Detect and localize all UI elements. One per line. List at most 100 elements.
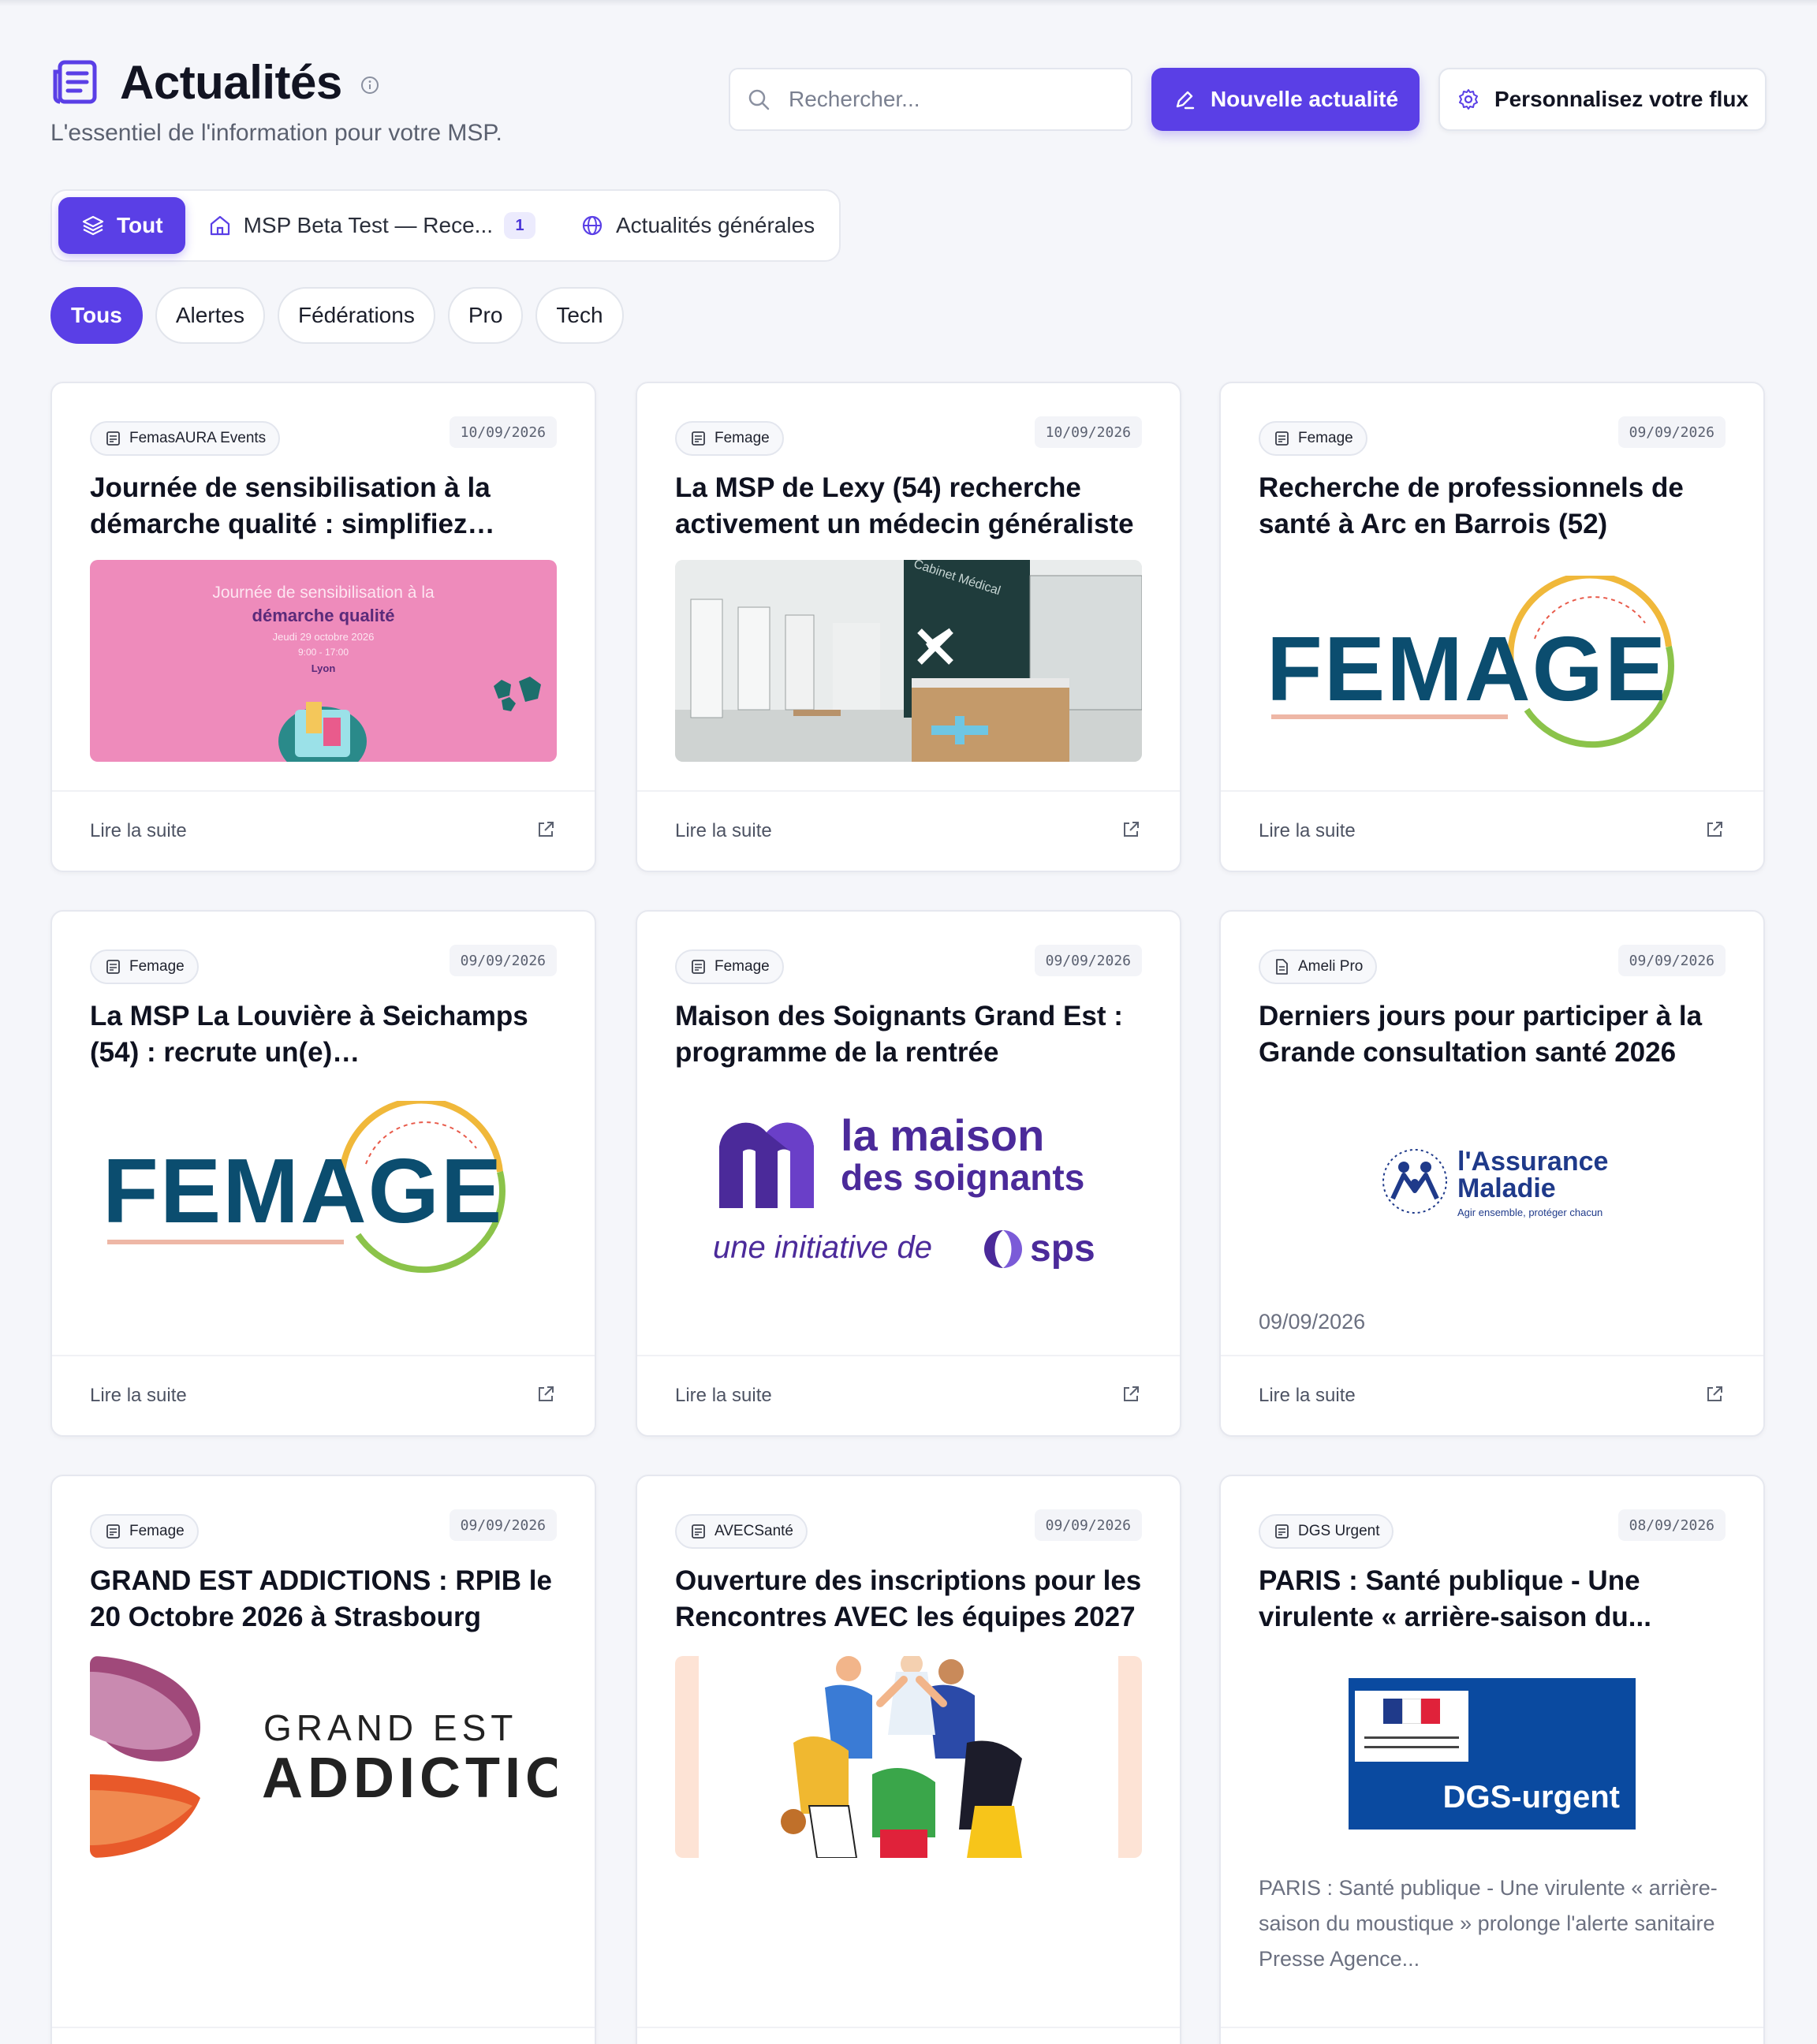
- customize-feed-label: Personnalisez votre flux: [1494, 87, 1749, 111]
- assurance-maladie-emblem: [1382, 1149, 1447, 1214]
- femage-logo-text: FEMAGE: [1267, 617, 1668, 720]
- newspaper-icon: [692, 960, 705, 974]
- newspaper-icon: [106, 431, 120, 446]
- news-card[interactable]: Femage 09/09/2026 Recherche de professio…: [1219, 382, 1765, 872]
- external-link-icon[interactable]: [535, 1383, 557, 1405]
- tab-general-news[interactable]: Actualités générales: [558, 197, 837, 254]
- news-card[interactable]: Ameli Pro 09/09/2026 Derniers jours pour…: [1219, 910, 1765, 1437]
- filter-tech[interactable]: Tech: [535, 287, 624, 344]
- card-footer: Lire la suite: [637, 1355, 1180, 1435]
- read-more-link[interactable]: Lire la suite: [1259, 820, 1356, 842]
- gear-icon: [1458, 89, 1478, 110]
- card-title[interactable]: La MSP de Lexy (54) recherche activement…: [675, 470, 1142, 543]
- external-link-icon[interactable]: [1120, 819, 1142, 841]
- thumb-line2: démarche qualité: [252, 606, 395, 625]
- new-article-button[interactable]: Nouvelle actualité: [1151, 68, 1420, 131]
- thumb-left-band: [675, 1656, 699, 1858]
- card-footer: Lire la suite: [1221, 1355, 1763, 1435]
- card-title[interactable]: PARIS : Santé publique - Une virulente «…: [1259, 1563, 1726, 1636]
- search-box[interactable]: [729, 68, 1132, 131]
- card-footer: Lire la suite: [52, 1355, 595, 1435]
- motto-line: [1364, 1736, 1459, 1739]
- logo-tagline-line: [107, 1240, 344, 1244]
- read-more-link[interactable]: Lire la suite: [90, 1385, 187, 1407]
- external-link-icon[interactable]: [1703, 1383, 1726, 1405]
- info-icon[interactable]: [360, 75, 380, 95]
- external-link-icon[interactable]: [1703, 819, 1726, 841]
- card-title[interactable]: La MSP La Louvière à Seichamps (54) : re…: [90, 998, 557, 1071]
- card-title[interactable]: Ouverture des inscriptions pour les Renc…: [675, 1563, 1142, 1636]
- card-date: 08/09/2026: [1617, 1509, 1726, 1541]
- newspaper-icon: [106, 1524, 120, 1539]
- source-badge: Femage: [675, 421, 784, 456]
- republique-logo: [1355, 1691, 1468, 1762]
- news-card[interactable]: FemasAURA Events 10/09/2026 Journée de s…: [50, 382, 596, 872]
- sps-logo-mark: [984, 1230, 1022, 1268]
- card-thumbnail: DGS-urgent: [1259, 1678, 1726, 1836]
- source-badge: Femage: [90, 949, 199, 984]
- search-input[interactable]: [789, 87, 1104, 112]
- newspaper-icon: [692, 431, 705, 446]
- source-name: Ameli Pro: [1298, 958, 1364, 975]
- card-thumbnail: la maison des soignants une initiative d…: [675, 1088, 1142, 1290]
- page-subtitle: L'essentiel de l'information pour votre …: [50, 120, 502, 146]
- team-highfive-illustration: [781, 1656, 1022, 1858]
- external-link-icon[interactable]: [1120, 1383, 1142, 1405]
- news-card[interactable]: Femage 09/09/2026 GRAND EST ADDICTIONS :…: [50, 1475, 596, 2044]
- source-badge: AVECSanté: [675, 1514, 808, 1549]
- customize-feed-button[interactable]: Personnalisez votre flux: [1438, 68, 1767, 131]
- card-title[interactable]: Maison des Soignants Grand Est : program…: [675, 998, 1142, 1071]
- card-footer: Lire la suite: [637, 790, 1180, 871]
- card-title[interactable]: Recherche de professionnels de santé à A…: [1259, 470, 1726, 543]
- newspaper-icon: [1275, 431, 1289, 446]
- card-footer: Lire la suite: [52, 790, 595, 871]
- femage-logo-text: FEMAGE: [103, 1139, 504, 1242]
- read-more-link[interactable]: Lire la suite: [675, 820, 772, 842]
- filter-federations[interactable]: Fédérations: [277, 287, 435, 344]
- card-title[interactable]: GRAND EST ADDICTIONS : RPIB le 20 Octobr…: [90, 1563, 557, 1636]
- card-thumbnail: [675, 1656, 1142, 1858]
- card-date: 10/09/2026: [1034, 416, 1142, 448]
- card-footer: Lire la suite: [637, 2027, 1180, 2044]
- news-card[interactable]: Femage 09/09/2026 Maison des Soignants G…: [636, 910, 1181, 1437]
- tab-general-news-label: Actualités générales: [616, 213, 815, 237]
- card-date: 09/09/2026: [1034, 945, 1142, 976]
- filter-tous[interactable]: Tous: [50, 287, 143, 344]
- tab-all[interactable]: Tout: [58, 197, 185, 254]
- dgs-banner: DGS-urgent: [1349, 1678, 1636, 1830]
- assurance-line2: Maladie: [1457, 1173, 1556, 1203]
- card-footer: Lire la suite: [1221, 2027, 1763, 2044]
- source-badge: Femage: [90, 1514, 199, 1549]
- newspaper-icon: [106, 960, 120, 974]
- card-date: 09/09/2026: [1617, 945, 1726, 976]
- card-date: 09/09/2026: [1034, 1509, 1142, 1541]
- source-name: Femage: [714, 430, 770, 446]
- source-name: AVECSanté: [714, 1523, 793, 1539]
- card-date: 09/09/2026: [449, 945, 557, 976]
- tab-all-label: Tout: [117, 213, 163, 237]
- tab-msp[interactable]: MSP Beta Test — Rece... 1: [185, 197, 558, 254]
- filter-pro[interactable]: Pro: [447, 287, 524, 344]
- card-title[interactable]: Derniers jours pour participer à la Gran…: [1259, 998, 1726, 1071]
- decor-shapes: [494, 677, 541, 711]
- read-more-link[interactable]: Lire la suite: [675, 1385, 772, 1407]
- read-more-link[interactable]: Lire la suite: [90, 820, 187, 842]
- top-shadow: [0, 0, 1817, 6]
- news-card[interactable]: DGS Urgent 08/09/2026 PARIS : Santé publ…: [1219, 1475, 1765, 2044]
- search-icon: [748, 89, 770, 110]
- source-badge: Femage: [1259, 421, 1367, 456]
- tab-msp-label: MSP Beta Test — Rece...: [243, 213, 493, 237]
- newspaper-icon: [1275, 1524, 1289, 1539]
- news-card[interactable]: Femage 10/09/2026 La MSP de Lexy (54) re…: [636, 382, 1181, 872]
- maison-soignants-m-logo: [719, 1122, 814, 1208]
- source-name: Femage: [714, 958, 770, 975]
- read-more-link[interactable]: Lire la suite: [1259, 1385, 1356, 1407]
- news-card[interactable]: Femage 09/09/2026 La MSP La Louvière à S…: [50, 910, 596, 1437]
- source-badge: Femage: [675, 949, 784, 984]
- thumb-line4: 9:00 - 17:00: [297, 647, 349, 658]
- card-title[interactable]: Journée de sensibilisation à la démarche…: [90, 470, 557, 543]
- filter-alertes[interactable]: Alertes: [155, 287, 265, 344]
- thumb-line3: Jeudi 29 octobre 2026: [272, 631, 375, 643]
- news-card[interactable]: AVECSanté 09/09/2026 Ouverture des inscr…: [636, 1475, 1181, 2044]
- external-link-icon[interactable]: [535, 819, 557, 841]
